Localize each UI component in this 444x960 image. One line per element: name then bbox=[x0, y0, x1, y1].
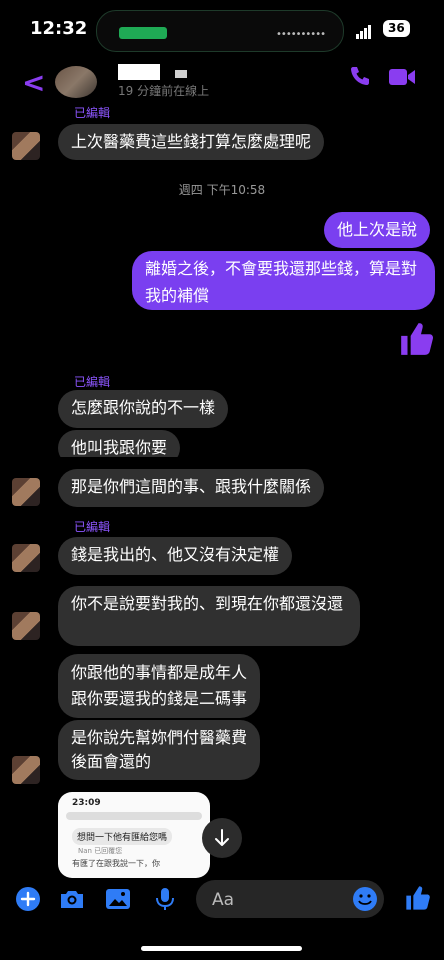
camera-icon[interactable] bbox=[59, 886, 85, 912]
signal-icon bbox=[356, 20, 372, 39]
message-in[interactable]: 那是你們這間的事、跟我什麼關係 bbox=[58, 469, 325, 507]
video-camera-icon[interactable] bbox=[388, 66, 416, 88]
plus-icon[interactable] bbox=[15, 886, 41, 912]
thumbnail-bubble: 想問一下他有匯給您嗎 bbox=[72, 828, 173, 845]
contact-status: 19 分鐘前在線上 bbox=[118, 84, 210, 98]
contact-name-redacted[interactable] bbox=[118, 64, 160, 80]
message-in[interactable]: 怎麼跟你說的不一樣 bbox=[58, 390, 229, 428]
message-out[interactable]: 他上次是說 bbox=[324, 212, 431, 248]
microphone-icon[interactable] bbox=[152, 886, 178, 912]
battery-icon: 36 bbox=[383, 20, 410, 37]
message-in[interactable]: 你跟他的事情都是成年人 跟你要還我的錢是二碼事 bbox=[58, 654, 261, 718]
emoji-icon[interactable] bbox=[352, 886, 378, 912]
message-input[interactable] bbox=[210, 880, 334, 920]
back-button[interactable]: < bbox=[22, 66, 45, 99]
like-icon[interactable] bbox=[398, 320, 436, 358]
dynamic-island: •••••••••• bbox=[96, 10, 344, 52]
thumbnail-time: 23:09 bbox=[72, 798, 101, 808]
island-dots: •••••••••• bbox=[276, 29, 326, 40]
sender-avatar[interactable] bbox=[12, 544, 40, 572]
message-in[interactable]: 是你說先幫妳們付醫藥費 後面會還的 bbox=[58, 720, 261, 780]
sender-avatar[interactable] bbox=[12, 132, 40, 160]
contact-avatar[interactable] bbox=[55, 66, 97, 98]
sender-avatar[interactable] bbox=[12, 756, 40, 784]
phone-icon[interactable] bbox=[348, 64, 372, 88]
edited-label: 已編輯 bbox=[74, 520, 111, 534]
thumbnail-text: 有匯了在跟我說一下，你 bbox=[72, 859, 160, 868]
arrow-down-icon bbox=[215, 829, 229, 846]
image-attachment[interactable]: 23:09 想問一下他有匯給您嗎 Nan 已回覆您 有匯了在跟我說一下，你 bbox=[58, 792, 210, 878]
message-in[interactable]: 你不是說要對我的、到現在你都還沒還 bbox=[58, 586, 360, 646]
scroll-to-bottom-button[interactable] bbox=[202, 818, 242, 858]
overlap-mask bbox=[60, 457, 240, 467]
home-indicator bbox=[141, 946, 302, 951]
edited-label: 已編輯 bbox=[74, 106, 111, 120]
message-timestamp: 週四 下午10:58 bbox=[178, 183, 266, 197]
thumbnail-header bbox=[66, 812, 202, 820]
message-input-box[interactable] bbox=[196, 880, 384, 920]
contact-name-redacted-2 bbox=[175, 70, 187, 78]
sender-avatar[interactable] bbox=[12, 478, 40, 506]
message-in[interactable]: 錢是我出的、他又沒有決定權 bbox=[58, 537, 293, 575]
sender-avatar[interactable] bbox=[12, 612, 40, 640]
send-like-icon[interactable] bbox=[404, 884, 432, 912]
status-time: 12:32 bbox=[30, 18, 88, 39]
thumbnail-meta: Nan 已回覆您 bbox=[78, 847, 123, 855]
gallery-icon[interactable] bbox=[105, 886, 131, 912]
edited-label: 已編輯 bbox=[74, 375, 111, 389]
call-indicator bbox=[119, 27, 167, 39]
message-in[interactable]: 上次醫藥費這些錢打算怎麼處理呢 bbox=[58, 124, 325, 160]
message-out[interactable]: 離婚之後，不會要我還那些錢，算是對我的補償 bbox=[132, 251, 435, 310]
